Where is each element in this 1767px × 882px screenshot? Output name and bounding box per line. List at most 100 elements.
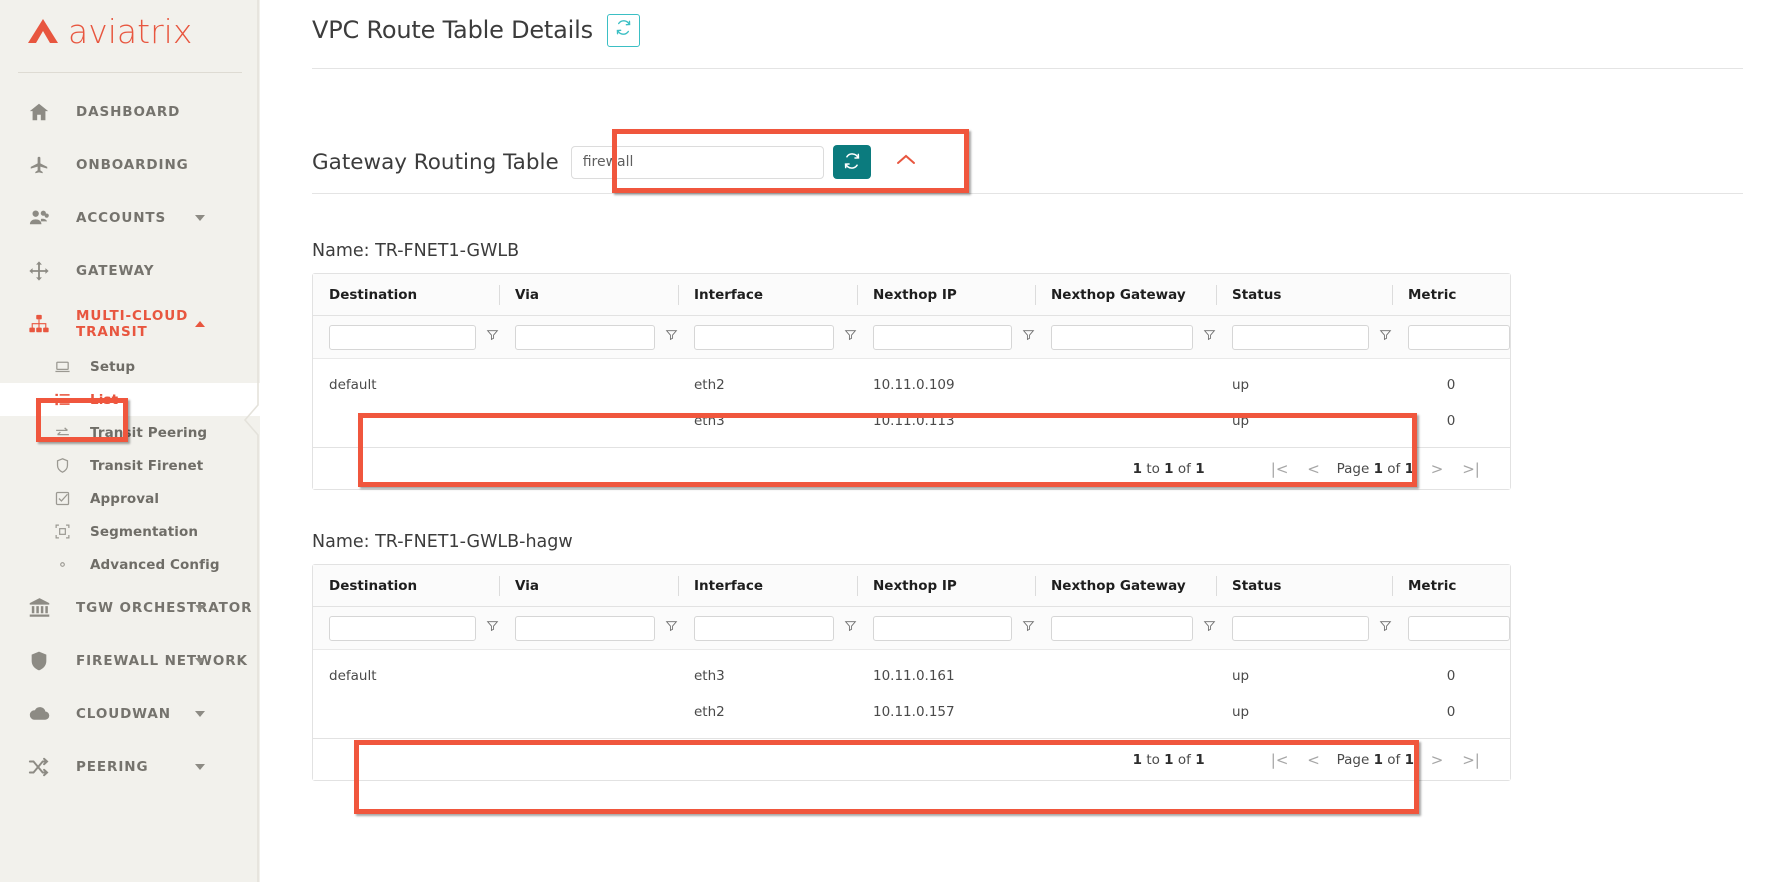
- sidebar-item-gateway[interactable]: GATEWAY: [0, 244, 260, 297]
- sidebar-item-onboarding[interactable]: ONBOARDING: [0, 138, 260, 191]
- next-page-icon[interactable]: >: [1420, 743, 1454, 777]
- funnel-icon[interactable]: [486, 328, 499, 346]
- chevron-down-icon[interactable]: [195, 658, 205, 664]
- filter-input-nexthop-ip[interactable]: [873, 616, 1012, 641]
- last-page-icon[interactable]: >|: [1454, 452, 1488, 486]
- column-header-destination[interactable]: Destination: [313, 274, 499, 316]
- laptop-icon: [52, 357, 72, 377]
- brand-logo[interactable]: aviatrix: [0, 0, 260, 62]
- sidebar-item-multi-cloud-transit[interactable]: MULTI-CLOUD TRANSIT: [0, 297, 260, 350]
- sidebar-item-peering[interactable]: PEERING: [0, 740, 260, 793]
- sidebar-subitem-label: Segmentation: [90, 524, 198, 540]
- table-row[interactable]: default eth2 10.11.0.109 up 0: [313, 367, 1510, 403]
- table-row[interactable]: eth3 10.11.0.113 up 0: [313, 403, 1510, 439]
- gear-icon: [52, 555, 72, 575]
- table-row[interactable]: eth2 10.11.0.157 up 0: [313, 694, 1510, 730]
- column-header-interface[interactable]: Interface: [678, 274, 857, 316]
- last-page-icon[interactable]: >|: [1454, 743, 1488, 777]
- filter-input-metric[interactable]: [1408, 616, 1510, 641]
- column-header-destination[interactable]: Destination: [313, 565, 499, 607]
- column-header-via[interactable]: Via: [499, 274, 678, 316]
- column-header-metric[interactable]: Metric: [1392, 274, 1510, 316]
- funnel-icon[interactable]: [1022, 619, 1035, 637]
- sidebar-item-dashboard[interactable]: DASHBOARD: [0, 85, 260, 138]
- brand-name: aviatrix: [68, 15, 192, 48]
- column-header-nexthop-gateway[interactable]: Nexthop Gateway: [1035, 274, 1216, 316]
- prev-page-icon[interactable]: <: [1297, 743, 1331, 777]
- sidebar-subitem-approval[interactable]: Approval: [0, 482, 260, 515]
- filter-cell-metric: [1392, 607, 1510, 650]
- page-total: 1: [1405, 752, 1414, 768]
- filter-input-status[interactable]: [1232, 325, 1369, 350]
- cell-via: [499, 403, 678, 439]
- filter-input-nexthop-ip[interactable]: [873, 325, 1012, 350]
- first-page-icon[interactable]: |<: [1263, 452, 1297, 486]
- column-header-status[interactable]: Status: [1216, 565, 1392, 607]
- gateway-search-input[interactable]: [571, 146, 824, 179]
- filter-input-via[interactable]: [515, 325, 655, 350]
- cell-nexthop-ip: 10.11.0.113: [857, 403, 1035, 439]
- sidebar-subitem-segmentation[interactable]: Segmentation: [0, 515, 260, 548]
- collapse-section-button[interactable]: [894, 148, 918, 177]
- funnel-icon[interactable]: [1022, 328, 1035, 346]
- first-page-icon[interactable]: |<: [1263, 743, 1297, 777]
- sidebar-subitem-list[interactable]: List: [0, 383, 260, 416]
- chevron-down-icon[interactable]: [195, 605, 205, 611]
- filter-input-metric[interactable]: [1408, 325, 1510, 350]
- column-header-nexthop-gateway[interactable]: Nexthop Gateway: [1035, 565, 1216, 607]
- filter-cell-status: [1216, 607, 1392, 650]
- sidebar-subitem-transit-firenet[interactable]: Transit Firenet: [0, 449, 260, 482]
- funnel-icon[interactable]: [486, 619, 499, 637]
- funnel-icon[interactable]: [1203, 619, 1216, 637]
- funnel-icon[interactable]: [1203, 328, 1216, 346]
- funnel-icon[interactable]: [665, 328, 678, 346]
- prev-page-icon[interactable]: <: [1297, 452, 1331, 486]
- column-header-metric[interactable]: Metric: [1392, 565, 1510, 607]
- column-header-nexthop-ip[interactable]: Nexthop IP: [857, 565, 1035, 607]
- cell-nexthop-gateway: [1035, 658, 1216, 694]
- cell-destination: default: [313, 658, 499, 694]
- filter-input-nexthop-gateway[interactable]: [1051, 325, 1193, 350]
- sidebar-subitem-transit-peering[interactable]: Transit Peering: [0, 416, 260, 449]
- app-root: aviatrix DASHBOARD ONBOARDING: [0, 0, 1767, 882]
- funnel-icon[interactable]: [665, 619, 678, 637]
- filter-input-status[interactable]: [1232, 616, 1369, 641]
- column-header-via[interactable]: Via: [499, 565, 678, 607]
- table-filter-row: [313, 607, 1510, 650]
- pagination-to: 1: [1164, 752, 1173, 768]
- column-header-nexthop-ip[interactable]: Nexthop IP: [857, 274, 1035, 316]
- sidebar-subitem-advanced-config[interactable]: Advanced Config: [0, 548, 260, 581]
- funnel-icon[interactable]: [1379, 619, 1392, 637]
- table-row[interactable]: default eth3 10.11.0.161 up 0: [313, 658, 1510, 694]
- column-header-interface[interactable]: Interface: [678, 565, 857, 607]
- column-header-status[interactable]: Status: [1216, 274, 1392, 316]
- cell-nexthop-gateway: [1035, 694, 1216, 730]
- next-page-icon[interactable]: >: [1420, 452, 1454, 486]
- filter-input-interface[interactable]: [694, 616, 834, 641]
- funnel-icon[interactable]: [844, 328, 857, 346]
- sidebar-subitem-label: Advanced Config: [90, 557, 220, 573]
- sidebar-subitem-label: Transit Firenet: [90, 458, 203, 474]
- filter-input-destination[interactable]: [329, 325, 476, 350]
- cell-interface: eth3: [678, 403, 857, 439]
- funnel-icon[interactable]: [1379, 328, 1392, 346]
- sidebar-item-label: ACCOUNTS: [76, 210, 166, 226]
- chevron-up-icon[interactable]: [195, 321, 205, 327]
- chevron-down-icon[interactable]: [195, 764, 205, 770]
- chevron-down-icon[interactable]: [195, 215, 205, 221]
- sidebar-item-cloudwan[interactable]: CLOUDWAN: [0, 687, 260, 740]
- filter-input-interface[interactable]: [694, 325, 834, 350]
- funnel-icon[interactable]: [844, 619, 857, 637]
- sidebar-item-accounts[interactable]: ACCOUNTS: [0, 191, 260, 244]
- filter-input-nexthop-gateway[interactable]: [1051, 616, 1193, 641]
- pagination-total: 1: [1195, 461, 1204, 477]
- sidebar-subitem-setup[interactable]: Setup: [0, 350, 260, 383]
- route-table-block-1: Name: TR-FNET1-GWLB Destination Via Inte…: [260, 241, 1767, 490]
- chevron-down-icon[interactable]: [195, 711, 205, 717]
- sidebar-item-tgw-orchestrator[interactable]: TGW ORCHESTRATOR: [0, 581, 260, 634]
- filter-input-destination[interactable]: [329, 616, 476, 641]
- gateway-search-refresh-button[interactable]: [833, 145, 871, 179]
- filter-input-via[interactable]: [515, 616, 655, 641]
- refresh-details-button[interactable]: [607, 14, 640, 47]
- sidebar-item-firewall-network[interactable]: FIREWALL NETWORK: [0, 634, 260, 687]
